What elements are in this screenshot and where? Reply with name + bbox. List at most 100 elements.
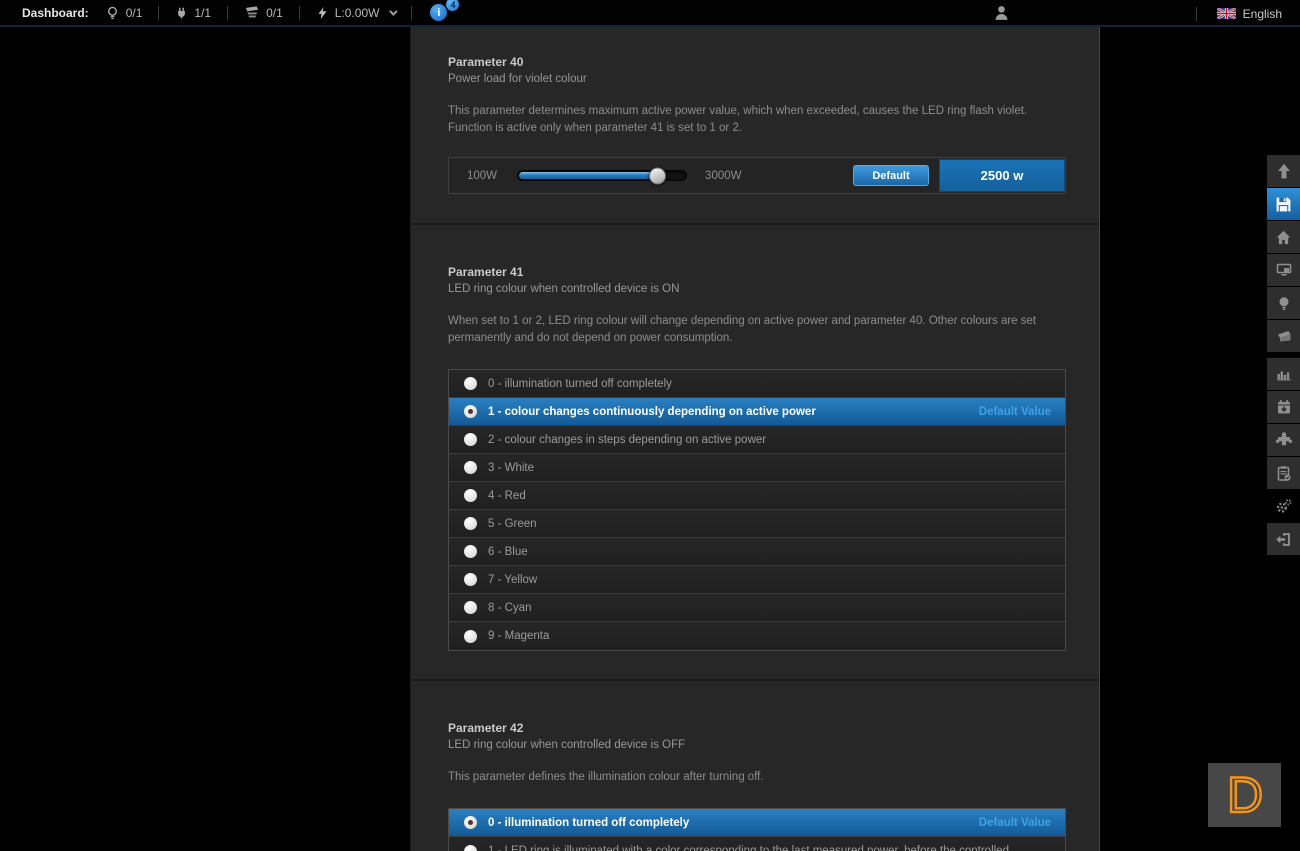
option-label: 6 - Blue — [488, 546, 528, 558]
radio-icon[interactable] — [464, 601, 477, 614]
right-toolbar — [1267, 155, 1300, 556]
settings-button[interactable] — [1267, 490, 1300, 522]
option-row-selected[interactable]: 1 - colour changes continuously dependin… — [449, 398, 1065, 426]
parameter-41-options: 0 - illumination turned off completely 1… — [448, 369, 1066, 651]
notifications[interactable]: 4 — [430, 4, 447, 21]
parameter-42-title: Parameter 42 — [448, 681, 1066, 735]
radio-icon[interactable] — [464, 377, 477, 390]
notification-badge: 4 — [446, 0, 459, 11]
logout-button[interactable] — [1267, 523, 1300, 555]
option-label: 1 - colour changes continuously dependin… — [488, 406, 816, 418]
stat-lights[interactable]: 0/1 — [105, 5, 143, 21]
option-label: 5 - Green — [488, 518, 537, 530]
watermark-letter: D — [1226, 767, 1262, 823]
scenes-icon — [1275, 328, 1293, 344]
option-label: 1 - LED ring is illuminated with a color… — [488, 845, 1009, 851]
stat-lights-value: 0/1 — [126, 6, 143, 20]
option-row[interactable]: 1 - LED ring is illuminated with a color… — [449, 837, 1065, 851]
radio-selected-icon[interactable] — [464, 816, 477, 829]
power-slider-row: 100W 3000W Default 2500 w — [448, 157, 1066, 194]
radio-icon[interactable] — [464, 545, 477, 558]
uk-flag-icon — [1217, 8, 1236, 19]
parameter-42-options: 0 - illumination turned off completely D… — [448, 808, 1066, 851]
topbar-divider — [227, 6, 228, 20]
plugins-button[interactable] — [1267, 424, 1300, 456]
radio-icon[interactable] — [464, 433, 477, 446]
radio-icon[interactable] — [464, 461, 477, 474]
parameter-41-title: Parameter 41 — [448, 225, 1066, 279]
power-slider-handle[interactable] — [649, 167, 666, 184]
radio-icon[interactable] — [464, 845, 477, 851]
option-label: 0 - illumination turned off completely — [488, 378, 672, 390]
option-label: 0 - illumination turned off completely — [488, 817, 689, 829]
dashboard-title: Dashboard: — [22, 6, 89, 20]
plug-icon — [175, 5, 188, 21]
lightbulb-icon — [105, 5, 120, 21]
option-label: 8 - Cyan — [488, 602, 531, 614]
default-value-badge: Default Value — [979, 817, 1051, 829]
radio-icon[interactable] — [464, 517, 477, 530]
calendar-download-button[interactable] — [1267, 391, 1300, 423]
option-label: 4 - Red — [488, 490, 526, 502]
radio-icon[interactable] — [464, 489, 477, 502]
option-row[interactable]: 9 - Magenta — [449, 622, 1065, 650]
parameter-41-section: Parameter 41 LED ring colour when contro… — [411, 223, 1099, 651]
clipboard-check-icon — [1276, 465, 1292, 482]
power-slider-fill — [519, 172, 658, 179]
radio-selected-icon[interactable] — [464, 405, 477, 418]
topbar-divider — [1196, 7, 1197, 21]
parameter-41-subtitle: LED ring colour when controlled device i… — [448, 283, 1066, 295]
option-row[interactable]: 4 - Red — [449, 482, 1065, 510]
parameter-40-subtitle: Power load for violet colour — [448, 73, 1066, 85]
power-slider-track[interactable] — [517, 170, 687, 181]
top-bar: Dashboard: 0/1 1/1 0/1 L:0.00W 4 — [0, 0, 1300, 27]
devices-button[interactable] — [1267, 254, 1300, 286]
option-label: 9 - Magenta — [488, 630, 549, 642]
stat-plugs-value: 1/1 — [194, 6, 211, 20]
chevron-down-icon — [390, 7, 398, 15]
parameter-42-section: Parameter 42 LED ring colour when contro… — [411, 679, 1099, 851]
home-button[interactable] — [1267, 221, 1300, 253]
parameter-41-description: When set to 1 or 2, LED ring colour will… — [448, 313, 1066, 347]
option-row[interactable]: 2 - colour changes in steps depending on… — [449, 426, 1065, 454]
parameters-panel: Parameter 40 Power load for violet colou… — [410, 27, 1100, 851]
option-row[interactable]: 7 - Yellow — [449, 566, 1065, 594]
stat-blinds[interactable]: 0/1 — [244, 5, 283, 20]
option-row[interactable]: 0 - illumination turned off completely — [449, 370, 1065, 398]
option-row[interactable]: 3 - White — [449, 454, 1065, 482]
statistics-button[interactable] — [1267, 358, 1300, 390]
scenes-button[interactable] — [1267, 320, 1300, 352]
devices-icon — [1275, 262, 1293, 278]
reports-button[interactable] — [1267, 457, 1300, 489]
slider-max-label: 3000W — [705, 170, 741, 182]
scroll-top-button[interactable] — [1267, 155, 1300, 187]
stat-plugs[interactable]: 1/1 — [175, 5, 211, 21]
topbar-divider — [411, 6, 412, 20]
language-selector[interactable]: English — [1217, 7, 1282, 21]
default-value-badge: Default Value — [979, 406, 1051, 418]
radio-icon[interactable] — [464, 573, 477, 586]
parameter-42-subtitle: LED ring colour when controlled device i… — [448, 739, 1066, 751]
arrow-up-icon — [1275, 162, 1293, 180]
option-row[interactable]: 5 - Green — [449, 510, 1065, 538]
default-button[interactable]: Default — [853, 165, 929, 186]
radio-icon[interactable] — [464, 630, 477, 643]
option-row-selected[interactable]: 0 - illumination turned off completely D… — [449, 809, 1065, 837]
power-load-value: L:0.00W — [335, 6, 380, 20]
puzzle-icon — [1275, 432, 1293, 449]
logout-icon — [1275, 531, 1292, 548]
power-load-dropdown[interactable]: L:0.00W — [316, 5, 396, 21]
lighting-button[interactable] — [1267, 287, 1300, 319]
parameter-40-description: This parameter determines maximum active… — [448, 103, 1066, 137]
user-icon[interactable] — [993, 4, 1010, 22]
power-value-box[interactable]: 2500 w — [939, 159, 1065, 192]
stat-blinds-value: 0/1 — [266, 6, 283, 20]
option-row[interactable]: 6 - Blue — [449, 538, 1065, 566]
parameter-42-description: This parameter defines the illumination … — [448, 769, 1066, 786]
option-row[interactable]: 8 - Cyan — [449, 594, 1065, 622]
parameter-40-title: Parameter 40 — [448, 27, 1066, 69]
topbar-divider — [299, 6, 300, 20]
save-button[interactable] — [1267, 188, 1300, 220]
info-icon[interactable] — [430, 4, 447, 21]
slider-min-label: 100W — [467, 170, 497, 182]
